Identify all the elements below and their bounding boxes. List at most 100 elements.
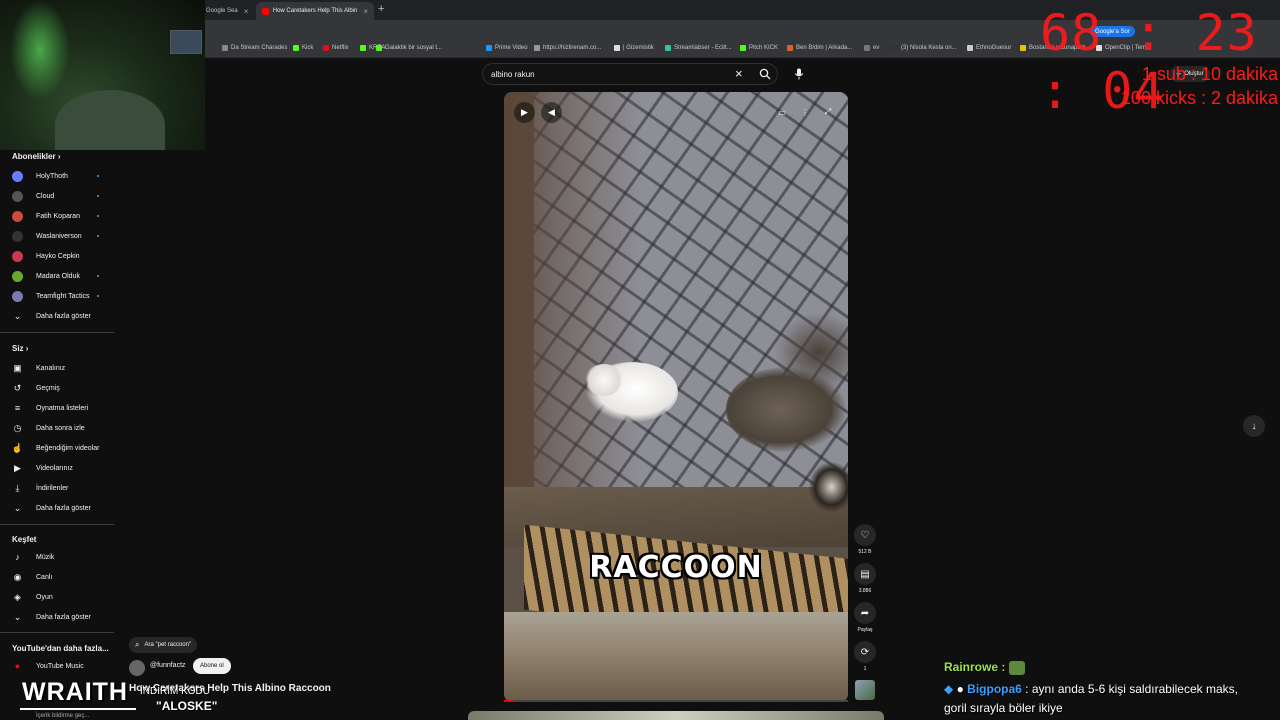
- channel-avatar: [12, 250, 23, 262]
- sidebar-item-downloads[interactable]: ⤓ İndirilenler: [12, 481, 112, 495]
- play-icon: ▶: [521, 107, 528, 117]
- sidebar-item-your-videos[interactable]: ▶ Videolarınız: [12, 461, 112, 475]
- bookmark-item[interactable]: Netflix: [323, 45, 349, 51]
- new-content-dot: [97, 195, 99, 197]
- search-button[interactable]: [755, 65, 775, 83]
- chevron-down-icon: ⌄: [13, 310, 22, 321]
- sidebar-item-playlists[interactable]: ≡ Oynatma listeleri: [12, 401, 112, 415]
- liked-icon: ☝: [11, 442, 24, 453]
- bookmark-item[interactable]: Streamlabser - Ecitt...: [665, 45, 732, 51]
- chat-username: Bigpopa6: [967, 682, 1022, 696]
- chat-text: aynı anda 5-6 kişi saldırabilecek maks,: [1031, 682, 1238, 696]
- sidebar-item-live[interactable]: ◉ Canlı: [12, 570, 112, 584]
- bookmark-item[interactable]: Kick: [293, 45, 313, 51]
- history-icon: ↺: [13, 382, 22, 393]
- bookmark-item[interactable]: Pitch KICK: [740, 45, 778, 51]
- chat-message: ◆ ● Bigpopa6 : aynı anda 5-6 kişi saldır…: [944, 682, 1238, 696]
- you-show-more[interactable]: ⌄ Daha fazla göster: [12, 501, 112, 515]
- like-count: 512 B: [858, 549, 872, 555]
- next-short-button[interactable]: ↓: [1243, 415, 1265, 437]
- you-heading[interactable]: Siz ›: [12, 344, 28, 353]
- sidebar-item-youtube-music[interactable]: ● YouTube Music: [12, 659, 112, 673]
- bookmark-item[interactable]: Ben B/dim | Arkada...: [787, 45, 852, 51]
- comment-icon: ▤: [860, 568, 870, 580]
- frog-emote-icon: [1009, 660, 1026, 675]
- search-input[interactable]: albino rakun: [482, 63, 778, 85]
- tab-youtube-short[interactable]: How Caretakers Help This Albin ×: [256, 2, 374, 20]
- volume-icon: ◀: [548, 107, 555, 117]
- new-content-dot: [97, 275, 99, 277]
- share-button[interactable]: ➦: [854, 602, 876, 624]
- sidebar-item-report-history[interactable]: İçerik bildirme geç...: [36, 713, 89, 719]
- bookmark-item[interactable]: Prime Video: [486, 45, 528, 51]
- new-tab-icon[interactable]: +: [378, 3, 384, 15]
- search-icon: [759, 68, 771, 80]
- sidebar-sub-madara-olduk[interactable]: Madara Olduk: [12, 269, 112, 283]
- next-short-preview[interactable]: [468, 711, 884, 720]
- youtube-sidebar: Abonelikler › HolyThoth Cloud Fatih Kopa…: [0, 150, 120, 720]
- shorts-video-player[interactable]: RACCOON ▶ ◀ ▭ ⋮ ⤢: [504, 92, 848, 702]
- bookmark-item[interactable]: | Gizemistik: [614, 45, 654, 51]
- tab-google-title: Google Sea: [206, 8, 238, 14]
- arrow-down-icon: ↓: [1251, 420, 1257, 432]
- streamer-webcam: [0, 0, 205, 150]
- play-button[interactable]: ▶: [514, 102, 535, 123]
- sidebar-item-history[interactable]: ↺ Geçmiş: [12, 381, 112, 395]
- sponsor-logo: WRAITH: [22, 678, 128, 706]
- remix-count: 1: [863, 666, 867, 672]
- channel-avatar[interactable]: [129, 660, 145, 676]
- sidebar-sub-hayko-cepkin[interactable]: Hayko Cepkin: [12, 249, 112, 263]
- bookmark-item[interactable]: Da Stream Charades: [222, 45, 287, 51]
- video-progress-bar[interactable]: [504, 700, 848, 702]
- channel-name[interactable]: @funnfactz: [150, 662, 186, 669]
- fullscreen-button[interactable]: ⤢: [820, 104, 836, 120]
- discount-code: "ALOSKE": [156, 699, 218, 713]
- sidebar-item-liked-videos[interactable]: ☝ Beğendiğim videolar: [12, 441, 112, 455]
- remix-button[interactable]: ⟳: [854, 641, 876, 663]
- sidebar-sub-holythoth[interactable]: HolyThoth: [12, 169, 112, 183]
- close-icon[interactable]: ×: [363, 7, 368, 16]
- bookmark-item[interactable]: ev: [864, 45, 879, 51]
- related-search-chip[interactable]: ⌕ Ara "pet raccoon": [129, 637, 198, 653]
- sidebar-item-gaming[interactable]: ◈ Oyun: [12, 590, 112, 604]
- new-content-dot: [97, 215, 99, 217]
- sponsor-underline: [20, 708, 136, 710]
- bookmark-item[interactable]: Galaktik bir sosyal t...: [376, 45, 442, 51]
- video-progress-fill: [504, 700, 515, 702]
- sidebar-item-music[interactable]: ♪ Müzik: [12, 550, 112, 564]
- share-label: Paylaş: [857, 627, 873, 633]
- sidebar-sub-waslaniverson[interactable]: Waslaniverson: [12, 229, 112, 243]
- more-options-button[interactable]: ⋮: [797, 104, 813, 120]
- subs-show-more[interactable]: ⌄ Daha fazla göster: [12, 309, 112, 323]
- voice-search-button[interactable]: [789, 64, 809, 84]
- sidebar-sub-fatih-koparan[interactable]: Fatih Koparan: [12, 209, 112, 223]
- bookmark-item[interactable]: EthnoGuesur: [967, 45, 1011, 51]
- chat-username: Rainrowe: [944, 660, 999, 674]
- sidebar-item-your-channel[interactable]: ▣ Kanalınız: [12, 361, 112, 375]
- tab-google[interactable]: Google Sea ×: [200, 2, 256, 20]
- comments-button[interactable]: ▤: [854, 563, 876, 585]
- audio-thumbnail[interactable]: [855, 680, 875, 700]
- sidebar-sub-cloud[interactable]: Cloud: [12, 189, 112, 203]
- captions-button[interactable]: ▭: [774, 104, 790, 120]
- sub-goal-text: 1 sub : 10 dakika: [1141, 64, 1278, 84]
- channel-avatar: [12, 230, 23, 242]
- subscriptions-heading[interactable]: Abonelikler ›: [12, 152, 60, 161]
- explore-show-more[interactable]: ⌄ Daha fazla göster: [12, 610, 112, 624]
- sidebar-item-watch-later[interactable]: ◷ Daha sonra izle: [12, 421, 112, 435]
- bookmark-item[interactable]: https://hizlirenam.co...: [534, 45, 601, 51]
- youtube-music-icon: ●: [14, 661, 21, 671]
- music-icon: ♪: [15, 552, 20, 562]
- channel-icon: ▣: [13, 362, 22, 373]
- channel-avatar: [12, 210, 23, 222]
- like-button[interactable]: ♡: [854, 524, 876, 546]
- heart-icon: ♡: [860, 529, 870, 541]
- bookmark-item[interactable]: (3) Nisola Kesla on...: [892, 45, 957, 51]
- volume-button[interactable]: ◀: [541, 102, 562, 123]
- kick-goal-text: 100 kicks : 2 dakika: [1120, 88, 1278, 108]
- clear-search-icon[interactable]: ×: [735, 66, 743, 81]
- sidebar-sub-teamfight-tactics[interactable]: Teamfight Tactics: [12, 289, 112, 303]
- gray-raccoon: [809, 462, 848, 512]
- close-icon[interactable]: ×: [244, 7, 249, 16]
- subscribe-button[interactable]: Abone ol: [193, 658, 231, 674]
